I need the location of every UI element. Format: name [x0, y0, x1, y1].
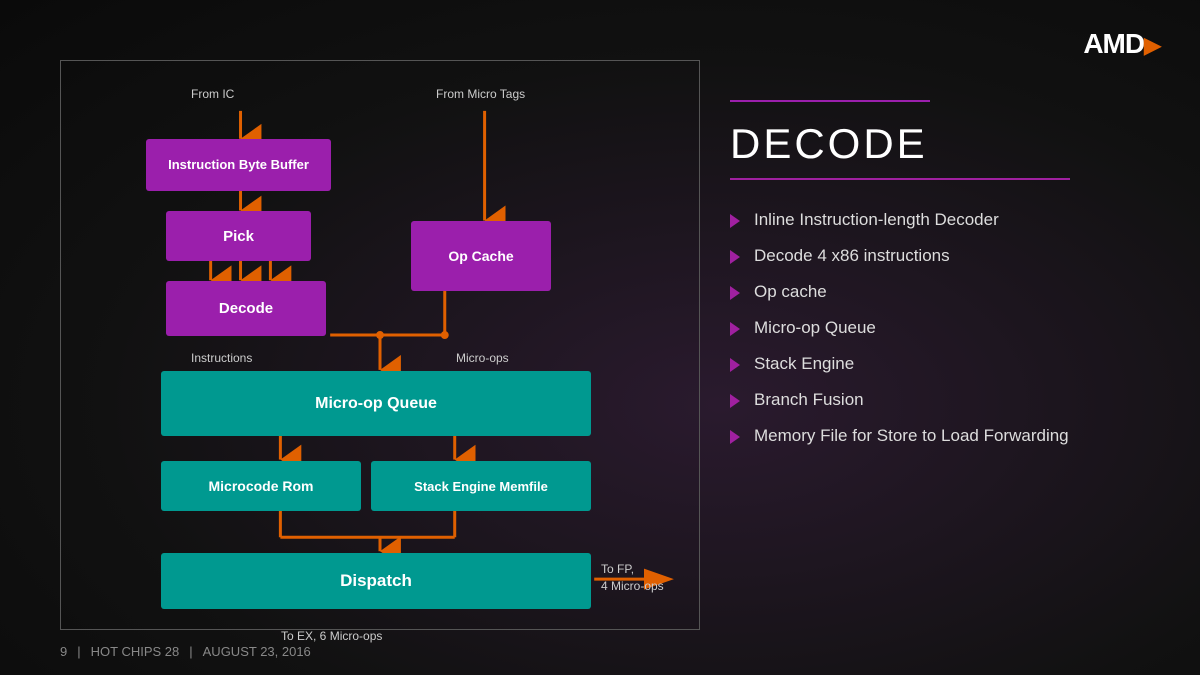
feature-text: Stack Engine: [754, 354, 854, 374]
diagram-inner: From IC From Micro Tags Instruction Byte…: [81, 81, 679, 609]
feature-list-item: Op cache: [730, 282, 1160, 302]
dispatch-block: Dispatch: [161, 553, 591, 609]
feature-list-item: Branch Fusion: [730, 390, 1160, 410]
bullet-triangle-icon: [730, 322, 740, 336]
feature-list-item: Micro-op Queue: [730, 318, 1160, 338]
pick-block: Pick: [166, 211, 311, 261]
amd-logo: AMD▶: [1083, 28, 1160, 60]
event-date: AUGUST 23, 2016: [203, 644, 311, 659]
micro-ops-label: Micro-ops: [456, 351, 509, 365]
from-ic-label: From IC: [191, 87, 234, 101]
page-number: 9: [60, 644, 67, 659]
feature-text: Branch Fusion: [754, 390, 864, 410]
feature-list-item: Memory File for Store to Load Forwarding: [730, 426, 1160, 446]
op-cache-block: Op Cache: [411, 221, 551, 291]
micro-op-queue-block: Micro-op Queue: [161, 371, 591, 436]
feature-list-item: Stack Engine: [730, 354, 1160, 374]
stack-engine-memfile-block: Stack Engine Memfile: [371, 461, 591, 511]
feature-list-item: Decode 4 x86 instructions: [730, 246, 1160, 266]
microcode-rom-block: Microcode Rom: [161, 461, 361, 511]
diagram-container: From IC From Micro Tags Instruction Byte…: [60, 60, 700, 630]
event-name: HOT CHIPS 28: [91, 644, 180, 659]
feature-text: Op cache: [754, 282, 827, 302]
top-accent-line: [730, 100, 930, 102]
feature-text: Memory File for Store to Load Forwarding: [754, 426, 1069, 446]
instruction-byte-buffer-block: Instruction Byte Buffer: [146, 139, 331, 191]
bullet-triangle-icon: [730, 214, 740, 228]
footer: 9 | HOT CHIPS 28 | AUGUST 23, 2016: [60, 644, 311, 659]
page: AMD▶: [0, 0, 1200, 675]
bullet-triangle-icon: [730, 250, 740, 264]
bullet-triangle-icon: [730, 358, 740, 372]
decode-block: Decode: [166, 281, 326, 336]
to-fp-label: To FP, 4 Micro-ops: [601, 561, 664, 595]
from-microtags-label: From Micro Tags: [436, 87, 525, 101]
feature-list: Inline Instruction-length Decoder Decode …: [730, 210, 1160, 446]
feature-text: Micro-op Queue: [754, 318, 876, 338]
title-underline: [730, 178, 1070, 180]
instructions-label: Instructions: [191, 351, 252, 365]
feature-list-item: Inline Instruction-length Decoder: [730, 210, 1160, 230]
feature-text: Inline Instruction-length Decoder: [754, 210, 999, 230]
decode-title: DECODE: [730, 120, 1160, 168]
to-ex-label: To EX, 6 Micro-ops: [281, 629, 382, 643]
bullet-triangle-icon: [730, 286, 740, 300]
right-panel: DECODE Inline Instruction-length Decoder…: [730, 100, 1160, 462]
bullet-triangle-icon: [730, 430, 740, 444]
bullet-triangle-icon: [730, 394, 740, 408]
feature-text: Decode 4 x86 instructions: [754, 246, 950, 266]
